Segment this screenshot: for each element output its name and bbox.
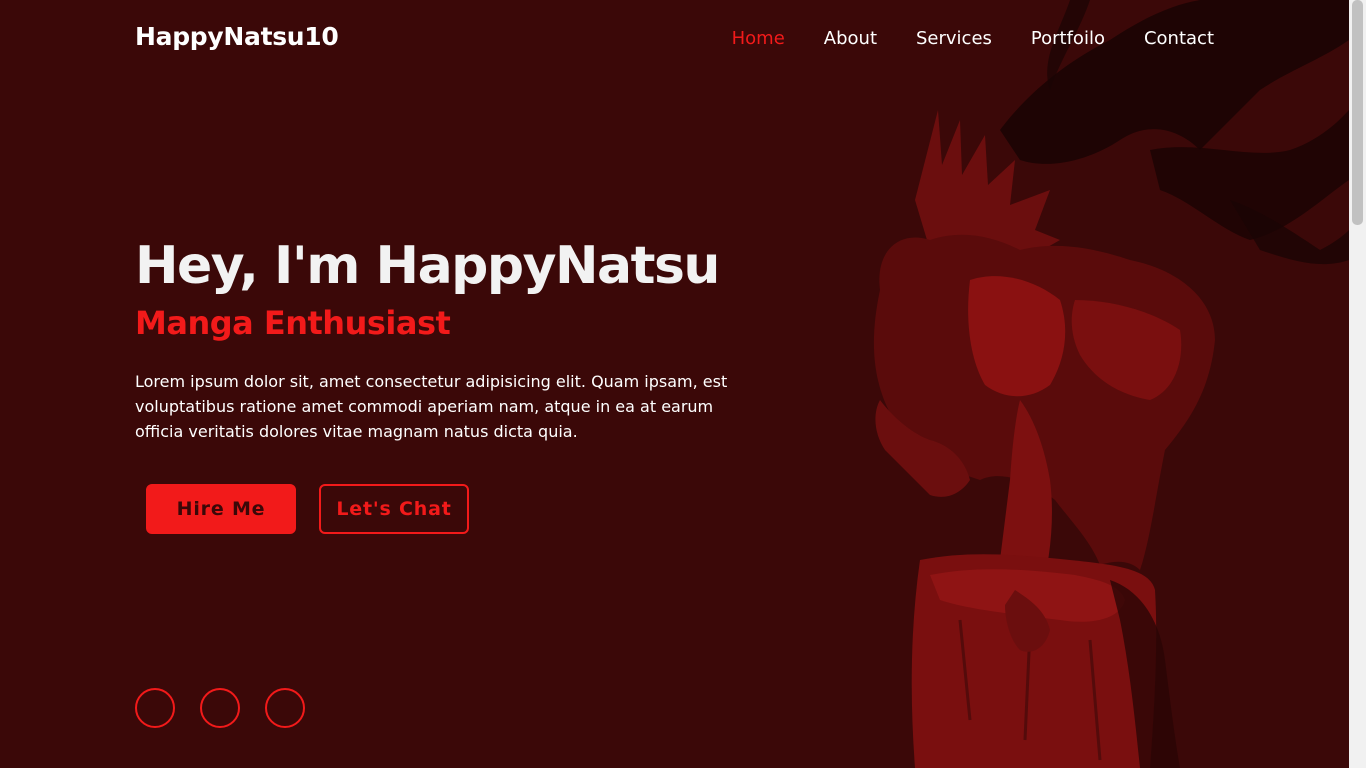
lets-chat-button[interactable]: Let's Chat bbox=[319, 484, 469, 534]
hero-description: Lorem ipsum dolor sit, amet consectetur … bbox=[135, 372, 728, 441]
main-nav: Home About Services Portfoilo Contact bbox=[732, 28, 1214, 49]
social-icon[interactable] bbox=[265, 688, 305, 728]
scrollbar-thumb[interactable] bbox=[1352, 0, 1363, 225]
nav-portfolio[interactable]: Portfoilo bbox=[1031, 28, 1105, 49]
hero-subtitle: Manga Enthusiast bbox=[135, 304, 451, 342]
manga-character-artwork bbox=[873, 0, 1349, 768]
social-icon[interactable] bbox=[135, 688, 175, 728]
nav-about[interactable]: About bbox=[824, 28, 877, 49]
site-logo[interactable]: HappyNatsu10 bbox=[135, 22, 339, 51]
nav-home[interactable]: Home bbox=[732, 28, 785, 49]
social-icon[interactable] bbox=[200, 688, 240, 728]
page: HappyNatsu10 Home About Services Portfoi… bbox=[0, 0, 1349, 768]
hero-title: Hey, I'm HappyNatsu bbox=[135, 236, 720, 296]
page-scrollbar[interactable] bbox=[1349, 0, 1366, 768]
nav-services[interactable]: Services bbox=[916, 28, 992, 49]
hire-me-button[interactable]: Hire Me bbox=[146, 484, 296, 534]
nav-contact[interactable]: Contact bbox=[1144, 28, 1214, 49]
social-links bbox=[135, 688, 305, 728]
